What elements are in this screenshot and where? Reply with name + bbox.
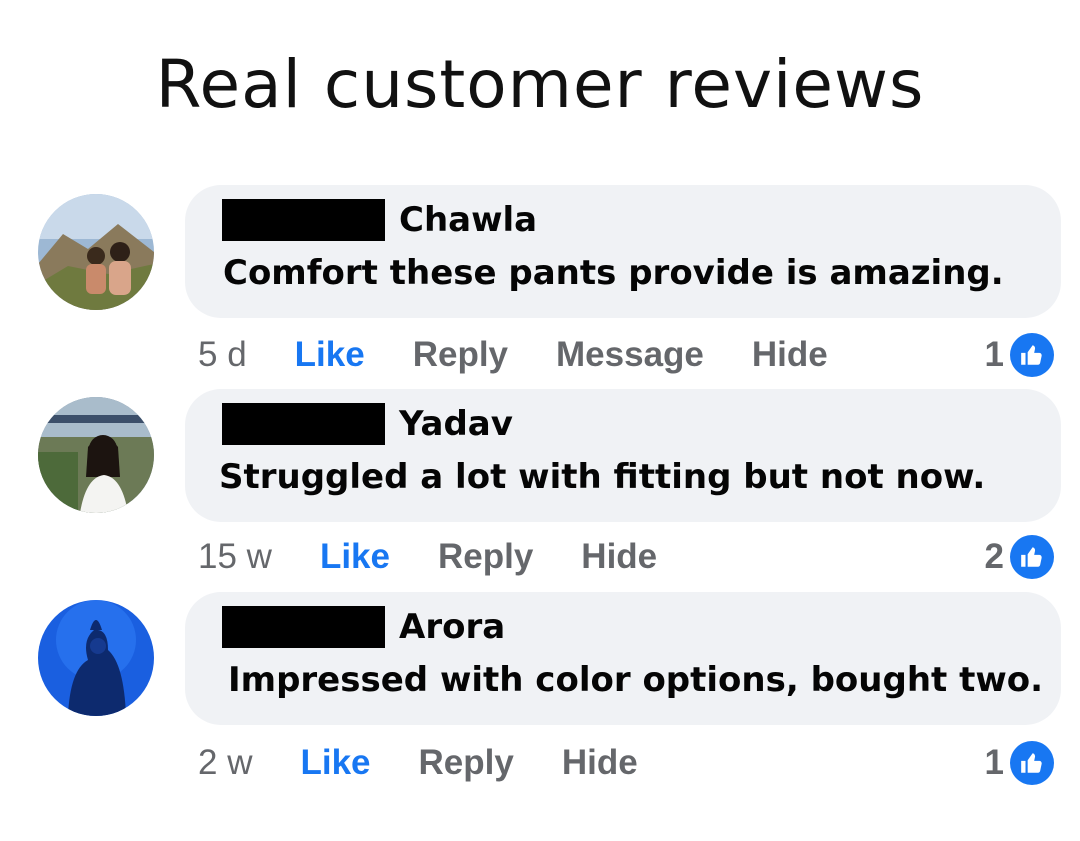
author-name[interactable]: Chawla: [399, 200, 537, 240]
author-row: Yadav: [222, 402, 513, 446]
like-button[interactable]: Like: [295, 335, 365, 375]
comment-actions: 2 w Like Reply Hide: [198, 738, 638, 788]
comment-actions: 5 d Like Reply Message Hide: [198, 330, 828, 380]
thumbs-up-icon: [1010, 333, 1054, 377]
comment-actions: 15 w Like Reply Hide: [198, 532, 657, 582]
timestamp[interactable]: 2 w: [198, 743, 252, 783]
reaction-summary[interactable]: 2: [985, 532, 1054, 582]
comment-bubble: Yadav Struggled a lot with fitting but n…: [185, 389, 1061, 522]
avatar[interactable]: [38, 600, 154, 716]
comment-bubble: Arora Impressed with color options, boug…: [185, 592, 1061, 725]
comment-text: Struggled a lot with fitting but not now…: [219, 457, 986, 497]
hide-button[interactable]: Hide: [581, 537, 657, 577]
reply-button[interactable]: Reply: [438, 537, 533, 577]
redaction-bar: [222, 403, 385, 445]
author-name[interactable]: Arora: [399, 607, 505, 647]
avatar-photo: [38, 600, 154, 716]
hide-button[interactable]: Hide: [752, 335, 828, 375]
like-button[interactable]: Like: [300, 743, 370, 783]
thumbs-up-icon: [1010, 741, 1054, 785]
timestamp[interactable]: 5 d: [198, 335, 247, 375]
message-button[interactable]: Message: [556, 335, 704, 375]
redaction-bar: [222, 606, 385, 648]
hide-button[interactable]: Hide: [562, 743, 638, 783]
reaction-count: 1: [984, 743, 1004, 782]
avatar-photo: [38, 397, 154, 513]
avatar[interactable]: [38, 194, 154, 310]
reply-button[interactable]: Reply: [413, 335, 508, 375]
reaction-summary[interactable]: 1: [985, 738, 1054, 788]
author-row: Arora: [222, 605, 505, 649]
comment-text: Impressed with color options, bought two…: [228, 660, 1044, 700]
reaction-count: 2: [984, 537, 1004, 576]
thumbs-up-icon: [1010, 535, 1054, 579]
comment-text: Comfort these pants provide is amazing.: [223, 253, 1004, 293]
avatar[interactable]: [38, 397, 154, 513]
comment-bubble: Chawla Comfort these pants provide is am…: [185, 185, 1061, 318]
reply-button[interactable]: Reply: [419, 743, 514, 783]
author-name[interactable]: Yadav: [399, 404, 513, 444]
redaction-bar: [222, 199, 385, 241]
page-title: Real customer reviews: [155, 46, 925, 123]
author-row: Chawla: [222, 198, 537, 242]
like-button[interactable]: Like: [320, 537, 390, 577]
avatar-photo: [38, 194, 154, 310]
reaction-summary[interactable]: 1: [985, 330, 1054, 380]
timestamp[interactable]: 15 w: [198, 537, 272, 577]
reaction-count: 1: [984, 335, 1004, 374]
